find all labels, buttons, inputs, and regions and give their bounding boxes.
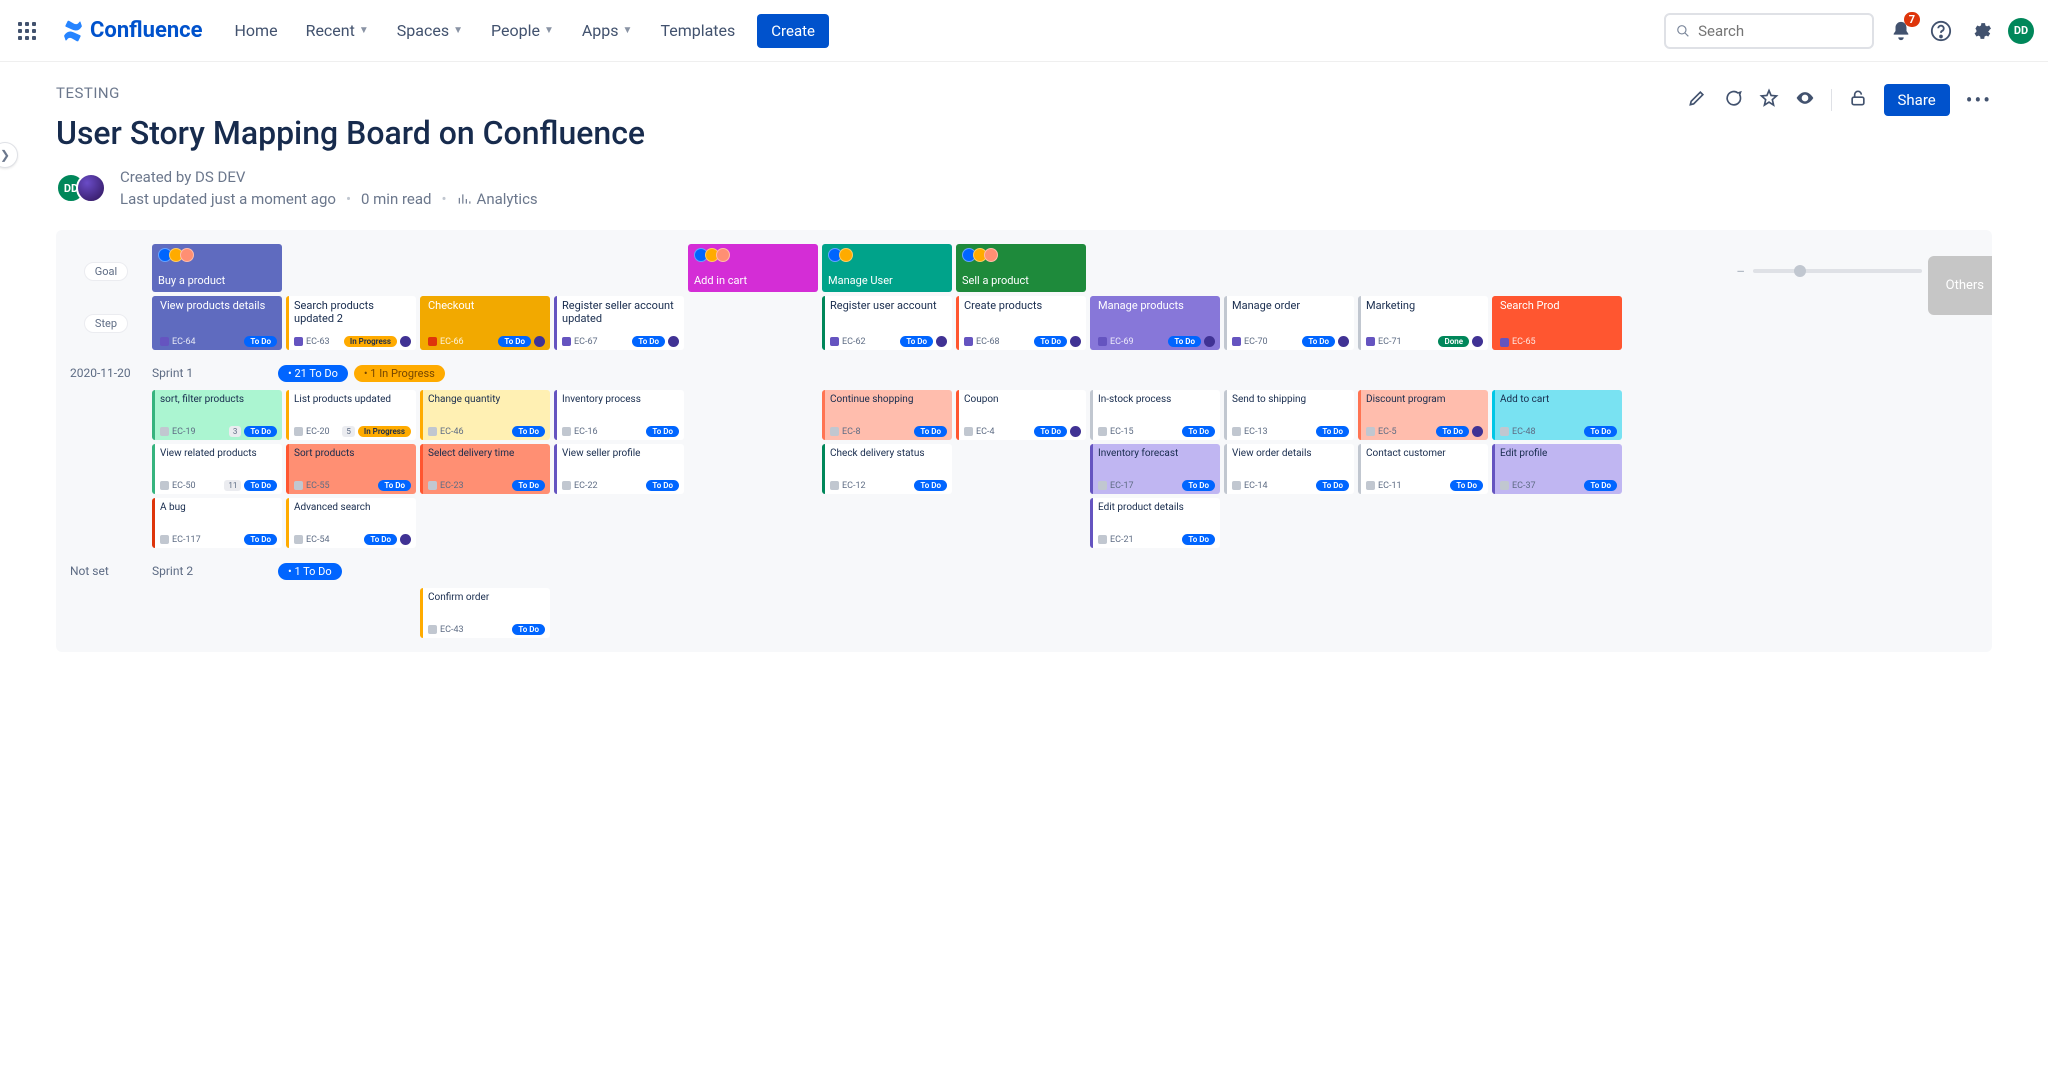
chevron-down-icon: ▼ xyxy=(544,25,554,36)
step-card[interactable]: Create productsEC-68To Do xyxy=(956,296,1086,350)
breadcrumb[interactable]: TESTING xyxy=(56,84,645,102)
separator xyxy=(1831,89,1832,111)
story-card[interactable]: Change quantityEC-46To Do xyxy=(420,390,550,440)
author-avatars[interactable]: DD xyxy=(56,173,106,203)
watch-icon[interactable] xyxy=(1795,88,1815,112)
story-map-board: − ＋ Others GoalBuy a productAdd in cartM… xyxy=(56,230,1992,652)
story-card[interactable]: View order detailsEC-14To Do xyxy=(1224,444,1354,494)
story-card[interactable]: Add to cartEC-48To Do xyxy=(1492,390,1622,440)
notifications-icon[interactable]: 7 xyxy=(1888,18,1914,44)
brand-label: Confluence xyxy=(90,18,203,43)
story-card[interactable]: Confirm orderEC-43To Do xyxy=(420,588,550,638)
nav-templates[interactable]: Templates xyxy=(660,21,735,40)
confluence-logo[interactable]: Confluence xyxy=(62,18,203,43)
page-title: User Story Mapping Board on Confluence xyxy=(56,114,645,152)
search-input[interactable] xyxy=(1664,13,1874,49)
nav-home[interactable]: Home xyxy=(235,21,278,40)
goal-card[interactable]: Buy a product xyxy=(152,244,282,292)
restrictions-icon[interactable] xyxy=(1848,88,1868,112)
story-card[interactable]: Continue shoppingEC-8To Do xyxy=(822,390,952,440)
chevron-down-icon: ▼ xyxy=(453,25,463,36)
step-card[interactable]: MarketingEC-71Done xyxy=(1358,296,1488,350)
story-card[interactable]: View related productsEC-5011To Do xyxy=(152,444,282,494)
expand-sidebar-icon[interactable]: ❯ xyxy=(0,142,18,168)
step-card[interactable]: CheckoutEC-66To Do xyxy=(420,296,550,350)
sprint-header[interactable]: Not setSprint 2• 1 To Do xyxy=(64,552,1622,584)
story-card[interactable]: List products updatedEC-205In Progress xyxy=(286,390,416,440)
search-field[interactable] xyxy=(1698,22,1862,40)
step-card[interactable]: Manage orderEC-70To Do xyxy=(1224,296,1354,350)
row-label: Step xyxy=(84,314,128,333)
story-card[interactable]: Select delivery timeEC-23To Do xyxy=(420,444,550,494)
step-card[interactable]: View products detailsEC-64To Do xyxy=(152,296,282,350)
story-card[interactable]: View seller profileEC-22To Do xyxy=(554,444,684,494)
story-card[interactable]: sort, filter productsEC-193To Do xyxy=(152,390,282,440)
avatar[interactable]: DD xyxy=(2008,18,2034,44)
step-card[interactable]: Register user accountEC-62To Do xyxy=(822,296,952,350)
app-switcher-icon[interactable] xyxy=(14,18,40,44)
story-card[interactable]: A bugEC-117To Do xyxy=(152,498,282,548)
nav-spaces[interactable]: Spaces▼ xyxy=(397,21,463,40)
goal-card[interactable]: Manage User xyxy=(822,244,952,292)
others-button[interactable]: Others xyxy=(1928,256,1992,315)
nav-apps[interactable]: Apps▼ xyxy=(582,21,633,40)
settings-icon[interactable] xyxy=(1968,18,1994,44)
read-time: 0 min read xyxy=(361,190,431,208)
story-card[interactable]: Advanced searchEC-54To Do xyxy=(286,498,416,548)
story-card[interactable]: CouponEC-4To Do xyxy=(956,390,1086,440)
star-icon[interactable] xyxy=(1759,88,1779,112)
story-card[interactable]: Discount programEC-5To Do xyxy=(1358,390,1488,440)
story-card[interactable]: Sort productsEC-55To Do xyxy=(286,444,416,494)
nav-recent[interactable]: Recent▼ xyxy=(306,21,369,40)
story-card[interactable]: In-stock processEC-15To Do xyxy=(1090,390,1220,440)
story-card[interactable]: Inventory forecastEC-17To Do xyxy=(1090,444,1220,494)
story-card[interactable]: Edit profileEC-37To Do xyxy=(1492,444,1622,494)
share-button[interactable]: Share xyxy=(1884,84,1950,116)
story-card[interactable]: Edit product detailsEC-21To Do xyxy=(1090,498,1220,548)
created-by: Created by DS DEV xyxy=(120,168,538,186)
more-actions-icon[interactable]: ••• xyxy=(1966,88,1992,112)
chevron-down-icon: ▼ xyxy=(359,25,369,36)
zoom-slider[interactable]: − ＋ xyxy=(1736,260,1946,282)
goal-card[interactable]: Add in cart xyxy=(688,244,818,292)
row-label: Goal xyxy=(84,262,128,281)
story-card[interactable]: Contact customerEC-11To Do xyxy=(1358,444,1488,494)
zoom-out-icon[interactable]: − xyxy=(1736,262,1745,281)
analytics-link[interactable]: Analytics xyxy=(457,190,538,208)
story-card[interactable]: Check delivery statusEC-12To Do xyxy=(822,444,952,494)
notif-badge: 7 xyxy=(1904,12,1920,27)
nav-people[interactable]: People▼ xyxy=(491,21,554,40)
edit-icon[interactable] xyxy=(1687,88,1707,112)
help-icon[interactable] xyxy=(1928,18,1954,44)
chevron-down-icon: ▼ xyxy=(623,25,633,36)
avatar xyxy=(76,173,106,203)
story-card[interactable]: Send to shippingEC-13To Do xyxy=(1224,390,1354,440)
step-card[interactable]: Register seller account updatedEC-67To D… xyxy=(554,296,684,350)
step-card[interactable]: Manage productsEC-69To Do xyxy=(1090,296,1220,350)
story-card[interactable]: Inventory processEC-16To Do xyxy=(554,390,684,440)
step-card[interactable]: Search products updated 2EC-63In Progres… xyxy=(286,296,416,350)
step-card[interactable]: Search ProdEC-65 xyxy=(1492,296,1622,350)
sprint-header[interactable]: 2020-11-20Sprint 1• 21 To Do• 1 In Progr… xyxy=(64,354,1622,386)
create-button[interactable]: Create xyxy=(757,14,829,48)
goal-card[interactable]: Sell a product xyxy=(956,244,1086,292)
last-updated: Last updated just a moment ago xyxy=(120,190,336,208)
comment-icon[interactable] xyxy=(1723,88,1743,112)
